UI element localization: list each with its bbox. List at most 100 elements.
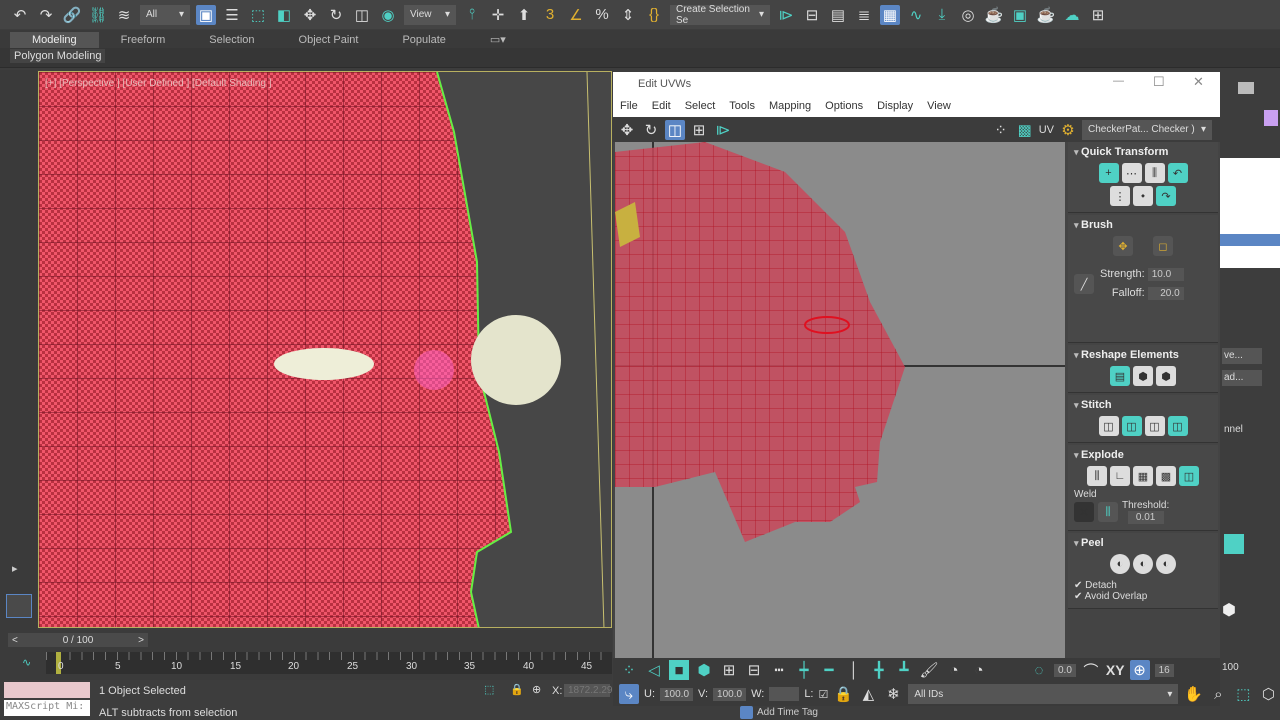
window-crossing-icon[interactable]: ◧ [274,5,294,25]
set-pivot-icon[interactable]: + [1098,163,1119,183]
color-swatch[interactable] [1264,110,1278,126]
ring-grow-icon[interactable]: ╋ [869,660,889,680]
paint-select-icon[interactable]: 🖌 [919,660,939,680]
v-field[interactable]: 100.0 [713,687,747,701]
material-editor-icon[interactable]: ◎ [958,5,978,25]
relax-icon[interactable]: ⬢ [1133,366,1153,386]
break-icon[interactable]: ⫼ [1087,466,1107,486]
checker-select[interactable]: CheckerPat... Checker ) ▾ [1082,119,1212,140]
expand-arrow-icon[interactable]: ▸ [12,562,18,575]
reset-peel-icon[interactable]: ◐ [1156,554,1176,574]
perspective-viewport[interactable]: [+] [Perspective ] [User Defined ] [Defa… [38,71,612,628]
falloff-curve-icon[interactable]: ╱ [1074,274,1094,294]
peel-header[interactable]: Peel [1074,537,1212,549]
align-icon[interactable]: ⊟ [802,5,822,25]
tab-modeling[interactable]: Modeling [10,32,99,48]
placement-icon[interactable]: ◉ [378,5,398,25]
load-button[interactable]: ad... [1222,370,1262,386]
pan-icon[interactable]: ✋ [1183,684,1203,704]
brush-header[interactable]: Brush [1074,219,1212,231]
u-field[interactable]: 100.0 [660,687,694,701]
named-selection-icon[interactable]: {} [644,5,664,25]
peel-mode-icon[interactable]: ◐ [1133,554,1153,574]
x-coordinate-field[interactable]: 1872.2.29 [564,684,613,697]
maxscript-listener-output[interactable] [4,682,90,698]
detach-edge-icon[interactable]: ∟ [1110,466,1130,486]
element-mode-icon[interactable]: ⬢ [694,660,714,680]
freeform-icon[interactable]: ⊞ [689,120,709,140]
curve-icon[interactable]: ⌒ [1081,660,1101,680]
angle-snap-icon[interactable]: ∠ [566,5,586,25]
viewport-layout-icon[interactable]: ⊞ [1088,5,1108,25]
menu-file[interactable]: File [613,100,645,112]
bind-spacewarp-icon[interactable]: ≋ [114,5,134,25]
percent-snap-icon[interactable]: % [592,5,612,25]
map-settings-icon[interactable]: ⚙ [1058,120,1078,140]
select-object-icon[interactable]: ▣ [196,4,216,25]
rotate-ccw-icon[interactable]: ↶ [1167,163,1188,183]
tab-freeform[interactable]: Freeform [99,32,188,48]
rendered-frame-icon[interactable]: ▣ [1010,5,1030,25]
unlink-icon[interactable]: ⛓ [88,5,108,25]
paint-shrink-icon[interactable]: ◔ [969,660,989,680]
tab-selection[interactable]: Selection [187,32,276,48]
maximize-button[interactable]: ☐ [1153,74,1165,90]
select-icon[interactable] [1224,534,1244,554]
tab-object-paint[interactable]: Object Paint [277,32,381,48]
soft-selection-icon[interactable]: ◌ [1029,660,1049,680]
mirror-icon[interactable]: ⧐ [776,5,796,25]
w-field[interactable] [769,687,800,701]
snap-toggle-icon[interactable]: 3 [540,5,560,25]
viewport-label[interactable]: [+] [Perspective ] [User Defined ] [Defa… [45,78,272,89]
rotate-icon[interactable]: ↻ [641,120,661,140]
weld-target-icon[interactable]: ⫼ [1098,502,1118,522]
ring-shrink-icon[interactable]: ┻ [894,660,914,680]
relax-brush-icon[interactable]: ◻ [1153,236,1173,256]
rect-selection-icon[interactable]: ⬚ [248,5,268,25]
quick-transform-header[interactable]: Quick Transform [1074,146,1212,158]
xy-toggle[interactable]: XY [1106,662,1125,678]
strength-spinner[interactable]: 10.0 [1147,268,1184,281]
relax-options-icon[interactable]: ⬢ [1156,366,1176,386]
isolate-icon[interactable]: ⬚ [484,683,494,696]
polygon-modeling-label[interactable]: Polygon Modeling [10,49,106,63]
checker-icon[interactable]: ⁘ [991,120,1011,140]
minimize-button[interactable]: — [1113,75,1124,87]
cube-icon[interactable]: ⬢ [1222,600,1242,620]
stitch-header[interactable]: Stitch [1074,399,1212,411]
add-time-tag-button[interactable]: Add Time Tag [740,705,818,720]
close-button[interactable]: ✕ [1193,74,1204,90]
link-icon[interactable]: 🔗 [62,5,82,25]
material-id-select[interactable]: All IDs ▾ [908,684,1179,704]
selection-set-select[interactable]: Create Selection Se ▾ [670,4,770,26]
threshold-spinner[interactable]: 0.01 [1127,511,1164,524]
paint-move-icon[interactable]: ✥ [1113,236,1133,256]
save-button[interactable]: ve... [1222,348,1262,364]
menu-edit[interactable]: Edit [645,100,678,112]
paint-grow-icon[interactable]: ◔ [944,660,964,680]
render-setup-icon[interactable]: ☕ [984,5,1004,25]
grid-field[interactable]: 16 [1154,663,1174,677]
stitch-source-icon[interactable]: ◫ [1121,416,1142,436]
zoom-region-icon[interactable]: ⬚ [1233,684,1253,704]
linear-align-icon[interactable]: ⬩ [1133,186,1153,206]
detach-poly-icon[interactable]: ▦ [1133,466,1153,486]
align-horizontal-icon[interactable]: ⋯ [1121,163,1142,183]
polygon-mode-icon[interactable]: ■ [669,660,689,680]
loop-icon[interactable]: ┅ [769,660,789,680]
rotate-cw-icon[interactable]: ↷ [1156,186,1176,206]
move-icon[interactable]: ✥ [617,120,637,140]
detach-checkbox[interactable]: ✔ [1074,580,1082,591]
avoid-overlap-checkbox[interactable]: ✔ [1074,591,1082,602]
curve-editor-icon[interactable]: ∿ [906,5,926,25]
tab-populate[interactable]: Populate [380,32,467,48]
freeze-icon[interactable]: ❄ [883,684,903,704]
hide-icon[interactable]: ◭ [858,684,878,704]
shrink-selection-icon[interactable]: ⊟ [744,660,764,680]
reference-coord-select[interactable]: View ▾ [404,4,456,25]
menu-view[interactable]: View [920,100,958,112]
curve-editor-icon[interactable]: ∿ [22,656,31,669]
straighten-icon[interactable]: ▤ [1110,366,1130,386]
uv-canvas[interactable] [615,142,1065,660]
vertex-mode-icon[interactable]: ⁘ [619,660,639,680]
